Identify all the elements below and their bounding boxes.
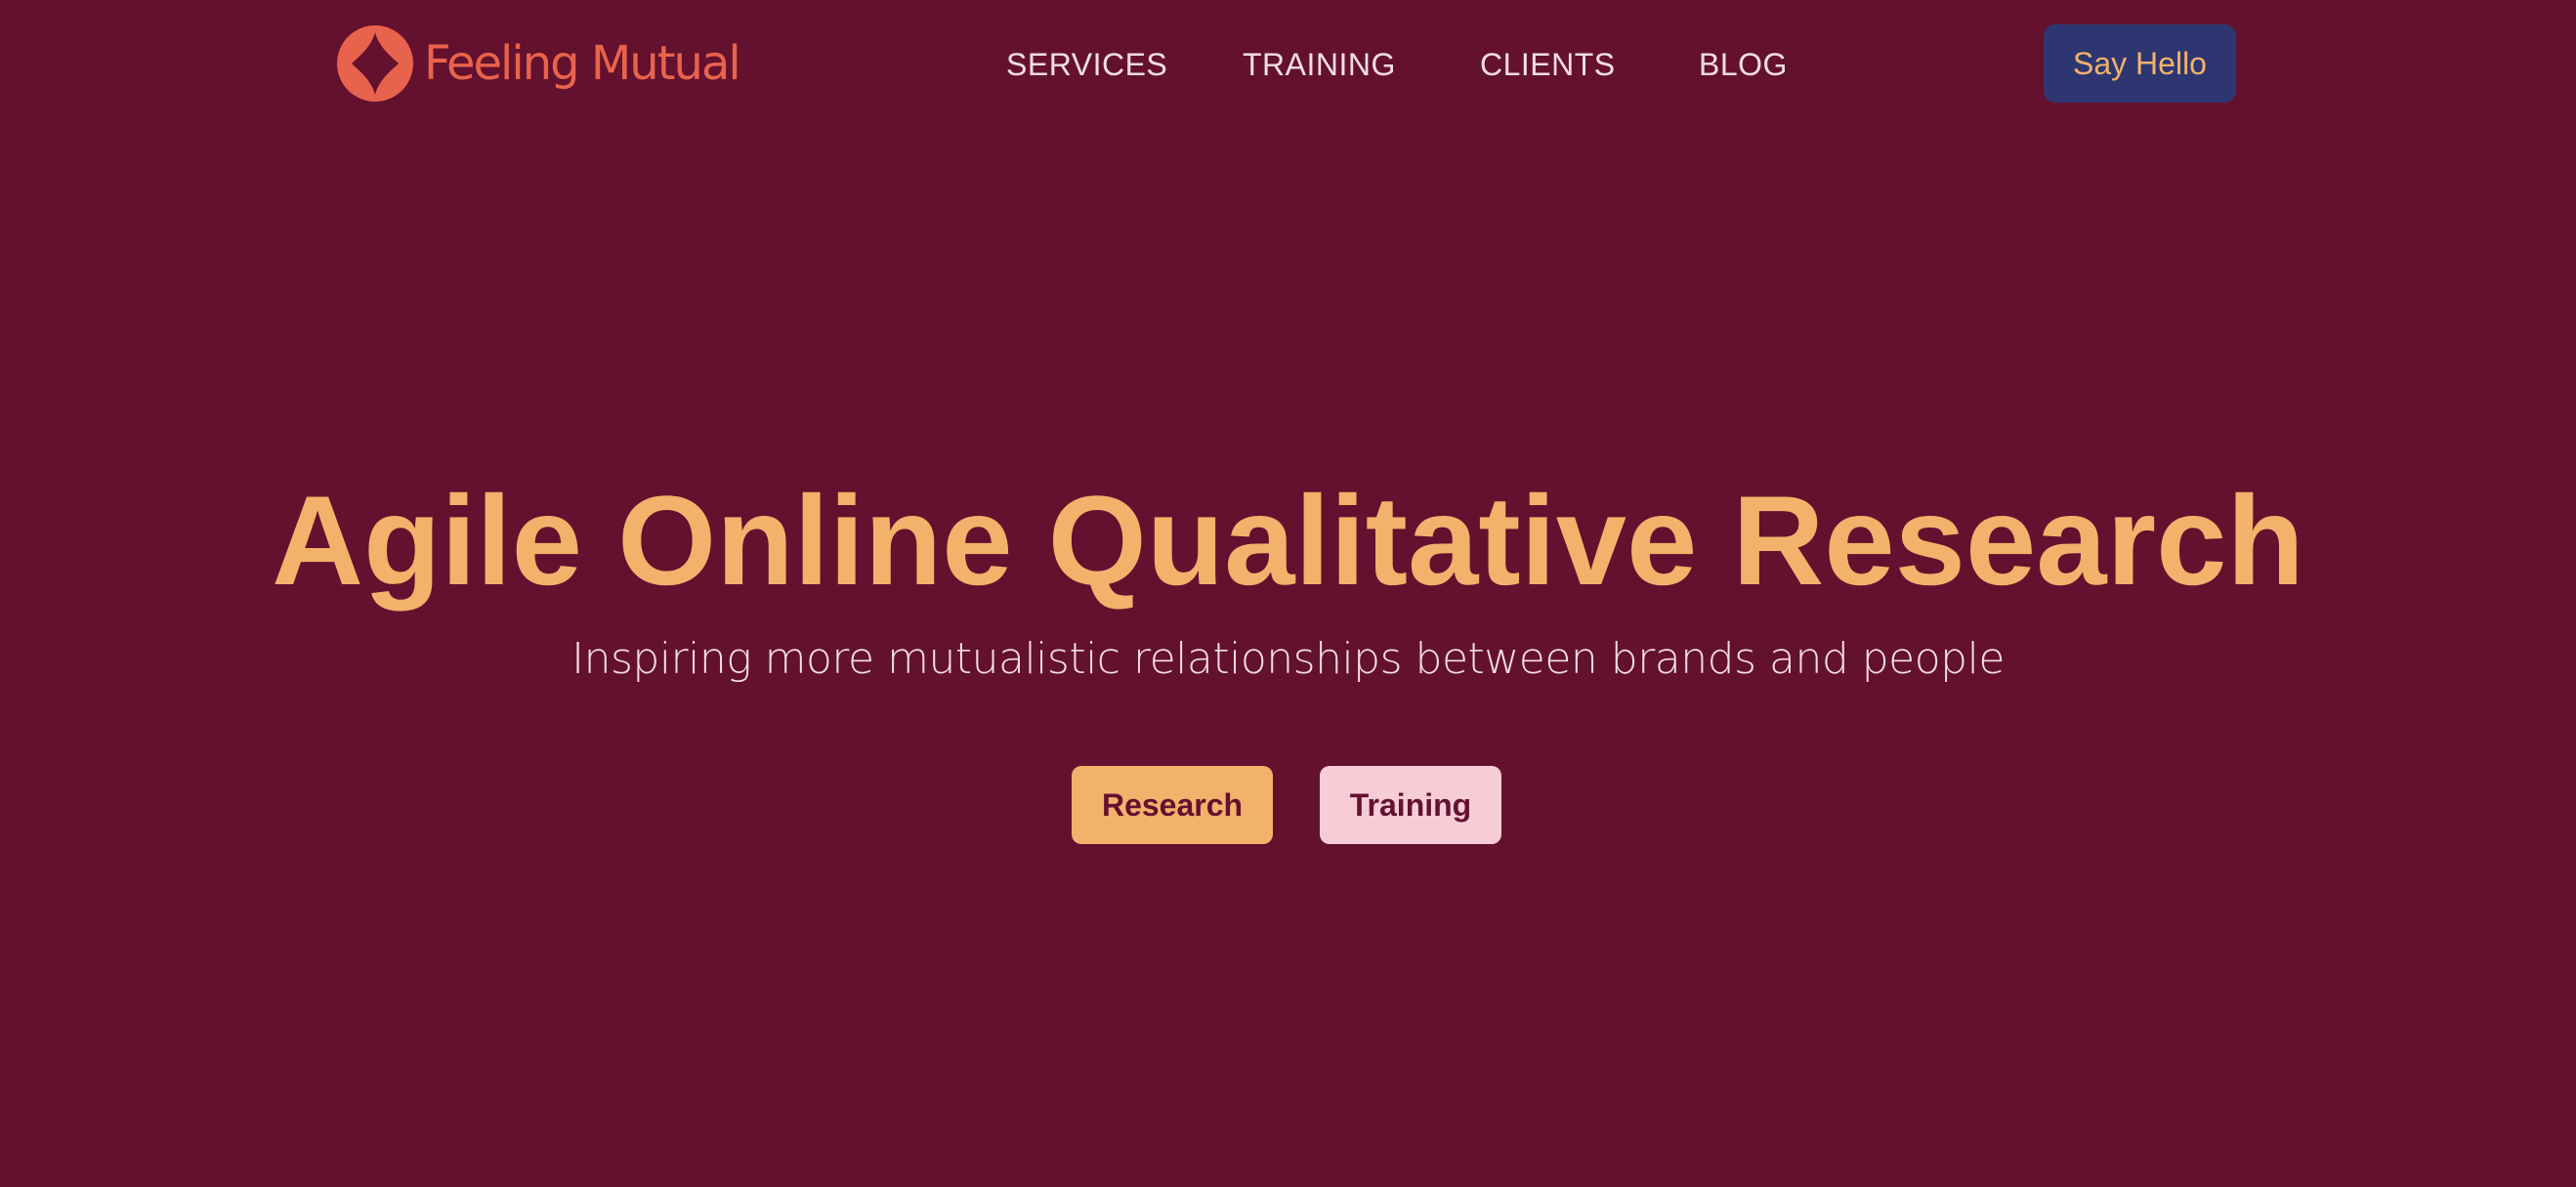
say-hello-button[interactable]: Say Hello (2044, 24, 2236, 103)
training-button[interactable]: Training (1320, 766, 1501, 844)
nav-training[interactable]: TRAINING (1243, 45, 1396, 84)
hero-title: Agile Online Qualitative Research (272, 469, 2304, 612)
research-button[interactable]: Research (1072, 766, 1273, 844)
nav-blog[interactable]: BLOG (1699, 45, 1788, 84)
nav-services[interactable]: SERVICES (1006, 45, 1167, 84)
site-header: Feeling Mutual SERVICES TRAINING CLIENTS… (0, 0, 2576, 131)
nav-clients[interactable]: CLIENTS (1480, 45, 1616, 84)
hero-subtitle: Inspiring more mutualistic relationships… (571, 634, 2005, 684)
